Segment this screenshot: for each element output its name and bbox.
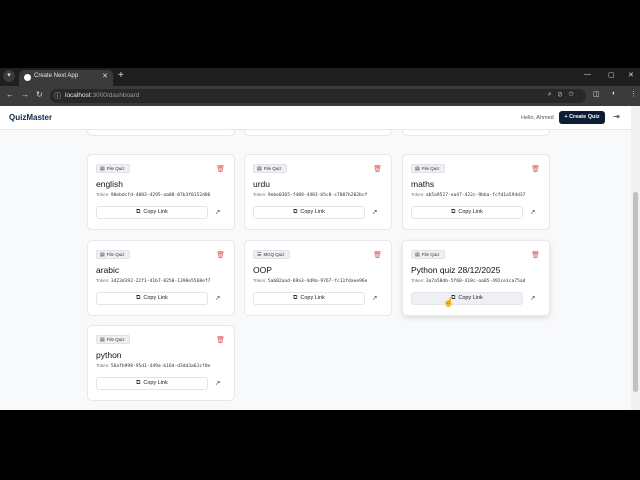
external-link-icon[interactable]: ↗: [215, 379, 220, 387]
copy-icon: ⧉: [451, 209, 456, 215]
window-close-icon[interactable]: ✕: [628, 71, 634, 79]
address-bar-icons[interactable]: ⌕⊘☆: [548, 91, 580, 99]
app-header: QuizMaster Hello, Ahmed + Create Quiz ⇥: [0, 106, 631, 130]
quiz-card: ▤ File Quiz 🗑 urdu Token: 9ebe0365-f489-4…: [244, 154, 392, 230]
browser-tabbar: ▾ Create Next App ✕ + — ▢ ✕: [0, 68, 640, 86]
tab-close-icon[interactable]: ✕: [102, 72, 108, 80]
external-link-icon[interactable]: ↗: [372, 294, 377, 302]
address-bar[interactable]: ⓘ localhost:3000/dashboard ⌕⊘☆: [50, 89, 586, 103]
file-icon: ▤: [100, 337, 105, 343]
site-info-icon[interactable]: ⓘ: [54, 91, 61, 101]
copy-link-button[interactable]: ⧉ Copy Link: [411, 206, 523, 219]
reload-icon[interactable]: ↻: [36, 90, 43, 99]
browser-tab[interactable]: Create Next App ✕: [19, 70, 113, 86]
quiz-title: python: [96, 350, 122, 360]
delete-icon[interactable]: 🗑: [216, 165, 225, 173]
external-link-icon[interactable]: ↗: [215, 294, 220, 302]
quiz-title: maths: [411, 179, 435, 189]
quiz-title: arabic: [96, 265, 120, 275]
tab-favicon-icon: [24, 74, 31, 81]
quiz-title: urdu: [253, 179, 271, 189]
quiz-token: Token: 56afb998-95d1-449a-b16d-d3dd3a61c…: [96, 363, 211, 369]
maximize-icon[interactable]: ▢: [608, 71, 615, 79]
quiz-type-badge: ▤ File Quiz: [253, 164, 287, 173]
quiz-type-badge: ▤ File Quiz: [411, 164, 445, 173]
quiz-card: ▤ File Quiz 🗑 maths Token: ab5a9527-ea47-…: [402, 154, 550, 230]
quiz-type-badge: ▤ File Quiz: [411, 250, 445, 259]
url-text[interactable]: localhost:3000/dashboard: [65, 92, 139, 99]
create-quiz-button[interactable]: + Create Quiz: [559, 111, 605, 124]
app-logo[interactable]: QuizMaster: [9, 113, 52, 122]
tab-title: Create Next App: [34, 73, 79, 79]
copy-icon: ⧉: [136, 380, 141, 386]
scrollbar-thumb[interactable]: [633, 192, 638, 392]
quiz-type-badge: ▤ File Quiz: [96, 335, 130, 344]
external-link-icon[interactable]: ↗: [372, 208, 377, 216]
copy-link-button[interactable]: ⧉ Copy Link: [96, 206, 208, 219]
quiz-type-badge: ☰ MCQ Quiz: [253, 250, 290, 259]
copy-icon: ⧉: [136, 295, 141, 301]
copy-link-button[interactable]: ⧉ Copy Link: [96, 292, 208, 305]
mouse-cursor-icon: ☝: [443, 297, 455, 307]
menu-icon[interactable]: ⋮: [630, 90, 637, 98]
quiz-token: Token: 3a7a58db-5f60-418c-aa05-492ce1ca7…: [411, 278, 526, 284]
page-scrollbar[interactable]: [631, 106, 640, 410]
letterbox-bottom: [0, 410, 640, 480]
delete-icon[interactable]: 🗑: [373, 165, 382, 173]
browser-toolbar: ← → ↻ ⓘ localhost:3000/dashboard ⌕⊘☆ ◫ ◐…: [0, 86, 640, 106]
quiz-card: ▤ File Quiz 🗑 english Token: 90ebdcfd-408…: [87, 154, 235, 230]
delete-icon[interactable]: 🗑: [373, 251, 382, 259]
tab-search-icon[interactable]: ▾: [3, 70, 15, 82]
extensions-icon[interactable]: ◫: [593, 90, 600, 98]
delete-icon[interactable]: 🗑: [531, 165, 540, 173]
quiz-token: Token: 9ebe0365-f489-4483-b5c8-c7087b202…: [253, 192, 368, 198]
logout-icon[interactable]: ⇥: [613, 112, 620, 121]
copy-link-button[interactable]: ⧉ Copy Link: [253, 206, 365, 219]
quiz-card: ▤ File Quiz 🗑 python Token: 56afb998-95d1…: [87, 325, 235, 401]
copy-link-button[interactable]: ⧉ Copy Link: [411, 292, 523, 305]
file-icon: ▤: [415, 252, 420, 258]
quiz-type-badge: ▤ File Quiz: [96, 164, 130, 173]
quiz-title: OOP: [253, 265, 272, 275]
file-icon: ▤: [415, 166, 420, 172]
screen: ▾ Create Next App ✕ + — ▢ ✕ ← → ↻ ⓘ loca…: [0, 0, 640, 480]
list-icon: ☰: [257, 252, 262, 258]
quiz-card: ☰ MCQ Quiz 🗑 OOP Token: 5ab02aad-69a3-4d9…: [244, 240, 392, 316]
external-link-icon[interactable]: ↗: [530, 294, 535, 302]
greeting: Hello, Ahmed: [521, 115, 554, 121]
delete-icon[interactable]: 🗑: [531, 251, 540, 259]
copy-link-button[interactable]: ⧉ Copy Link: [253, 292, 365, 305]
quiz-token: Token: ab5a9527-ea47-422c-9bba-fcfd1a594…: [411, 192, 526, 198]
external-link-icon[interactable]: ↗: [215, 208, 220, 216]
file-icon: ▤: [100, 252, 105, 258]
copy-link-button[interactable]: ⧉ Copy Link: [96, 377, 208, 390]
quiz-token: Token: 5ab02aad-69a3-4d9a-9767-fc11fdaee…: [253, 278, 368, 284]
quiz-card: ▤ File Quiz 🗑 Python quiz 28/12/2025 Toke…: [402, 240, 550, 316]
quiz-title: Python quiz 28/12/2025: [411, 265, 501, 275]
forward-icon[interactable]: →: [21, 90, 29, 99]
file-icon: ▤: [100, 166, 105, 172]
copy-icon: ⧉: [293, 209, 298, 215]
new-tab-icon[interactable]: +: [118, 70, 124, 82]
page-viewport: QuizMaster Hello, Ahmed + Create Quiz ⇥ …: [0, 106, 631, 410]
delete-icon[interactable]: 🗑: [216, 336, 225, 344]
quiz-card: ▤ File Quiz 🗑 arabic Token: 3423d392-22f1…: [87, 240, 235, 316]
back-icon[interactable]: ←: [6, 90, 14, 99]
minimize-icon[interactable]: —: [584, 71, 591, 78]
quiz-type-badge: ▤ File Quiz: [96, 250, 130, 259]
quiz-token: Token: 90ebdcfd-4083-4295-aa88-07b3f0152…: [96, 192, 211, 198]
quiz-token: Token: 3423d392-22f1-41b7-8250-1398e5568…: [96, 278, 211, 284]
copy-icon: ⧉: [136, 209, 141, 215]
profile-icon[interactable]: ◐: [612, 90, 616, 97]
delete-icon[interactable]: 🗑: [216, 251, 225, 259]
file-icon: ▤: [257, 166, 262, 172]
copy-icon: ⧉: [293, 295, 298, 301]
external-link-icon[interactable]: ↗: [530, 208, 535, 216]
quiz-title: english: [96, 179, 123, 189]
